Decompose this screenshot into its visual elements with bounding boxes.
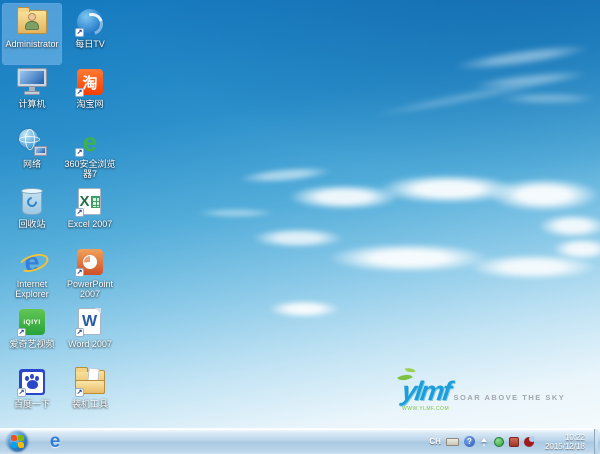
windows-desktop: ylmf SOAR ABOVE THE SKY WWW.YLMF.COM Adm… <box>0 0 600 454</box>
clock-time: 10:22 <box>564 432 585 442</box>
help-tray-icon[interactable]: ? <box>463 436 475 447</box>
shortcut-arrow-icon: ↗ <box>75 268 84 277</box>
icon-label: 回收站 <box>18 219 46 229</box>
icon-label: 网络 <box>22 159 41 169</box>
shortcut-arrow-icon: ↗ <box>75 28 84 37</box>
taskbar: e CH ? 10:22 2015/12/18 <box>0 428 600 454</box>
baidu-paw-icon: ↗ <box>16 366 48 398</box>
taskbar-internet-explorer-button[interactable]: e <box>38 430 72 454</box>
show-desktop-button[interactable] <box>594 428 598 454</box>
icon-label: PowerPoint 2007 <box>66 279 114 299</box>
watermark-url: WWW.YLMF.COM <box>402 406 450 412</box>
computer-icon <box>16 66 48 98</box>
iqiyi-icon: iQIYI ↗ <box>16 306 48 338</box>
shortcut-arrow-icon: ↗ <box>75 88 84 97</box>
desktop-icon-network[interactable]: 网络 <box>3 124 61 184</box>
cloud <box>237 163 334 187</box>
desktop-icon-360-browser[interactable]: e ↗ 360安全浏览器7 <box>61 124 119 184</box>
desktop-icon-computer[interactable]: 计算机 <box>3 64 61 124</box>
security-tray-icon[interactable] <box>493 436 504 447</box>
tools-folder-icon: ↗ <box>74 366 106 398</box>
desktop-icon-excel[interactable]: X ↗ Excel 2007 <box>61 184 119 244</box>
word-icon: W ↗ <box>74 306 106 338</box>
cloud <box>488 178 600 212</box>
icon-label: 淘宝网 <box>76 99 104 109</box>
icon-label: 爱奇艺视频 <box>9 339 55 349</box>
start-button[interactable] <box>7 431 28 452</box>
ime-language-indicator[interactable]: CH <box>429 437 441 446</box>
desktop-icon-iqiyi[interactable]: iQIYI ↗ 爱奇艺视频 <box>3 304 61 364</box>
icon-label: 装机工具 <box>71 399 108 409</box>
desktop-icon-word[interactable]: W ↗ Word 2007 <box>61 304 119 364</box>
recycle-bin-icon <box>16 186 48 218</box>
taskbar-clock[interactable]: 10:22 2015/12/18 <box>539 433 589 451</box>
icon-label: 每日TV <box>75 39 105 49</box>
moon-tray-icon[interactable] <box>523 435 535 447</box>
icon-label: 计算机 <box>18 99 46 109</box>
icon-label: Administrator <box>5 39 59 49</box>
cloud <box>268 300 340 318</box>
shortcut-arrow-icon: ↗ <box>17 328 26 337</box>
icon-label: Word 2007 <box>68 339 112 349</box>
icon-label: 百度一下 <box>13 399 50 409</box>
cloud <box>498 93 598 104</box>
ylmf-logo-text: ylmf <box>399 376 452 406</box>
meiri-tv-icon: ↗ <box>74 6 106 38</box>
clock-date: 2015/12/18 <box>544 441 585 451</box>
shortcut-arrow-icon: ↗ <box>75 148 84 157</box>
desktop-icon-recycle-bin[interactable]: 回收站 <box>3 184 61 244</box>
shortcut-arrow-icon: ↗ <box>75 328 84 337</box>
cloud <box>451 40 593 75</box>
keyboard-icon[interactable] <box>445 437 459 446</box>
360-browser-icon: e ↗ <box>75 127 98 157</box>
shortcut-arrow-icon: ↗ <box>17 388 26 397</box>
desktop-icon-tools-folder[interactable]: ↗ 装机工具 <box>61 364 119 424</box>
excel-icon: X ↗ <box>74 186 106 218</box>
cloud <box>538 214 600 238</box>
desktop-icon-powerpoint[interactable]: ↗ PowerPoint 2007 <box>61 244 119 304</box>
desktop-icon-internet-explorer[interactable]: e Internet Explorer <box>3 244 61 304</box>
icon-label: Excel 2007 <box>67 219 113 229</box>
shortcut-arrow-icon: ↗ <box>75 388 84 397</box>
watermark-slogan: SOAR ABOVE THE SKY <box>453 393 566 402</box>
desktop-icon-administrator[interactable]: Administrator <box>2 3 62 65</box>
antivirus-tray-icon[interactable] <box>508 436 519 447</box>
desktop-icon-grid: Administrator 计算机 网络 回收站 e Internet Expl… <box>2 3 119 424</box>
shortcut-arrow-icon: ↗ <box>75 208 84 217</box>
user-folder-icon <box>16 6 48 38</box>
powerpoint-icon: ↗ <box>74 246 106 278</box>
cloud <box>328 243 490 273</box>
windows-logo-icon <box>11 434 24 449</box>
icon-label: Internet Explorer <box>15 279 49 299</box>
desktop-icon-baidu[interactable]: ↗ 百度一下 <box>3 364 61 424</box>
internet-explorer-icon: e <box>49 431 61 452</box>
desktop-icon-taobao[interactable]: 淘 ↗ 淘宝网 <box>61 64 119 124</box>
desktop-icon-meiri-tv[interactable]: ↗ 每日TV <box>61 4 119 64</box>
cloud <box>252 228 344 248</box>
internet-explorer-icon: e <box>16 246 48 278</box>
network-globe-icon <box>16 126 48 158</box>
ylmf-watermark: ylmf SOAR ABOVE THE SKY WWW.YLMF.COM <box>397 371 592 412</box>
show-hidden-icons-button[interactable] <box>480 437 489 446</box>
icon-label: 360安全浏览器7 <box>64 159 116 179</box>
taobao-icon: 淘 ↗ <box>74 66 106 98</box>
system-tray: CH ? 10:22 2015/12/18 <box>429 428 600 454</box>
cloud <box>196 208 276 218</box>
